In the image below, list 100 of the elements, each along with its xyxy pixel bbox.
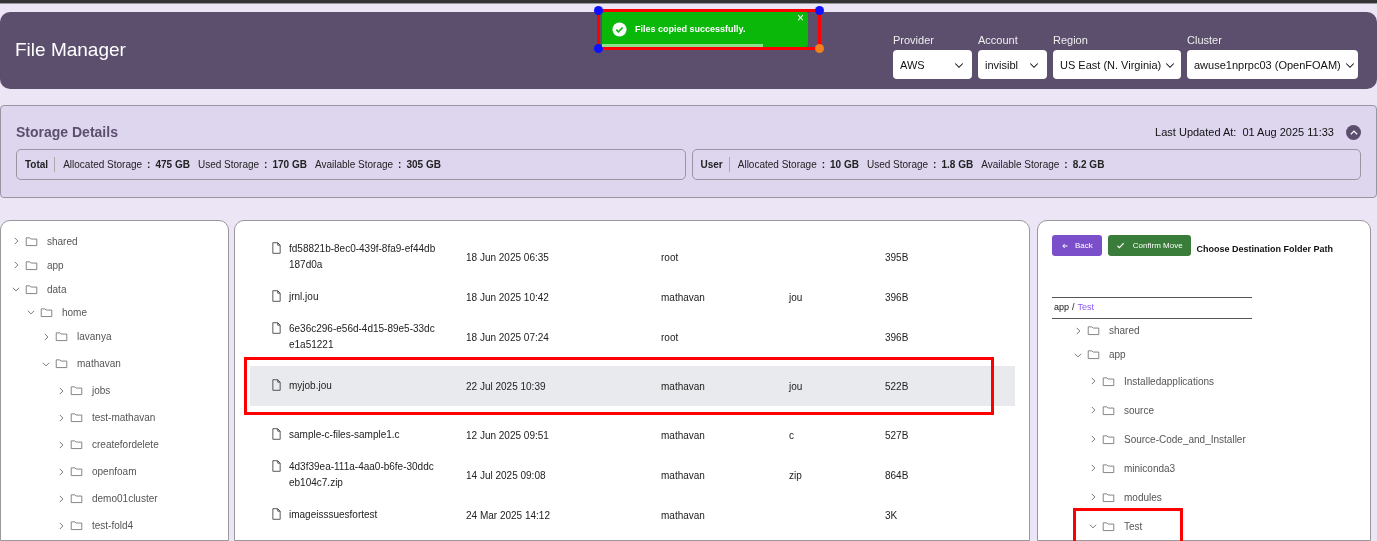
folder-name[interactable]: home (62, 304, 87, 320)
file-size: 864B (885, 468, 910, 483)
folder-name[interactable]: test-fold4 (92, 518, 134, 533)
file-row[interactable]: jrnl.jou 18 Jun 2025 10:42 mathavan jou 396B (250, 277, 1015, 317)
file-owner: root (661, 250, 680, 265)
file-type: jou (789, 379, 804, 394)
file-name: 4d3f39ea-111a-4aa0-b6fe-30ddceb104c7.zip (289, 460, 435, 490)
file-type: jou (789, 290, 804, 305)
file-modified: 18 Jun 2025 07:24 (466, 330, 550, 345)
filter-dropdown[interactable]: US East (N. Virginia) (1053, 50, 1181, 80)
breadcrumb-link[interactable]: app (1054, 300, 1070, 315)
collapse-button[interactable] (1346, 125, 1361, 140)
folder-icon (69, 492, 84, 505)
folder-icon (1101, 519, 1116, 533)
filter-dropdown[interactable]: awuse1nprpc03 (OpenFOAM) (1187, 50, 1358, 80)
stat-value: 305 GB (406, 158, 441, 172)
folder-icon (1101, 432, 1116, 446)
folder-name[interactable]: Source-Code_and_Installer (1124, 431, 1246, 447)
check-circle-icon (612, 22, 627, 37)
chevron-down-icon[interactable] (26, 307, 36, 317)
file-row[interactable]: imageisssuesfortest 24 Mar 2025 14:12 mathavan 3K (250, 495, 1015, 535)
stat-label: Used Storage (866, 158, 929, 172)
confirm-move-button[interactable]: Confirm Move (1107, 235, 1191, 257)
folder-icon (69, 465, 84, 478)
chevron-right-icon[interactable] (56, 412, 66, 423)
folder-name[interactable]: lavanya (77, 329, 112, 344)
folder-name[interactable]: data (47, 281, 67, 297)
file-row[interactable]: sample-c-files-sample1.c 12 Jun 2025 09:51 mathavan c 527B (250, 415, 1015, 455)
file-modified: 22 Jul 2025 10:39 (466, 379, 547, 394)
folder-name[interactable]: shared (1109, 323, 1140, 338)
folder-name[interactable]: Test (1124, 518, 1143, 534)
chevron-right-icon[interactable] (1073, 325, 1083, 336)
file-icon (270, 241, 283, 255)
chevron-right-icon[interactable] (11, 236, 21, 246)
page-title: File Manager (15, 38, 126, 63)
chevron-right-icon[interactable] (56, 439, 66, 450)
folder-name[interactable]: openfoam (92, 464, 137, 479)
folder-name[interactable]: mathavan (77, 356, 121, 371)
folder-icon (54, 330, 69, 343)
file-name: 6e36c296-e56d-4d15-89e5-33dce1a51221 (289, 322, 436, 352)
folder-name[interactable]: demo01cluster (92, 491, 158, 506)
stat-separator: : (821, 158, 826, 172)
chevron-right-icon[interactable] (56, 520, 66, 531)
arrow-left-icon (1061, 241, 1069, 250)
chevron-right-icon[interactable] (1088, 463, 1098, 473)
chevron-down-icon[interactable] (1088, 521, 1098, 531)
chevron-right-icon[interactable] (1088, 376, 1098, 386)
breadcrumb-link[interactable]: Test (1077, 300, 1095, 315)
folder-name[interactable]: app (1109, 347, 1126, 362)
folder-name[interactable]: modules (1124, 489, 1162, 505)
section-title: Storage Details (16, 123, 118, 142)
back-button[interactable]: Back (1052, 235, 1102, 257)
file-size: 395B (885, 250, 910, 265)
chevron-right-icon[interactable] (11, 260, 21, 270)
filter-dropdown[interactable]: invisibl (978, 50, 1047, 80)
chevron-down-icon[interactable] (11, 284, 21, 294)
stat-value: 170 GB (272, 158, 307, 172)
chevron-right-icon[interactable] (56, 466, 66, 477)
group-label: Total (25, 157, 56, 172)
stat-separator: : (147, 158, 151, 172)
chevron-right-icon[interactable] (1088, 405, 1098, 415)
file-size: 396B (885, 290, 910, 305)
file-icon (270, 427, 283, 441)
last-updated-time: 01 Aug 2025 11:33 (1242, 125, 1334, 141)
folder-name[interactable]: miniconda3 (1124, 460, 1176, 476)
file-name: fd58821b-8ec0-439f-8fa9-ef44db187d0a (289, 242, 437, 272)
folder-name[interactable]: jobs (92, 383, 111, 398)
chevron-right-icon[interactable] (1088, 492, 1098, 502)
chevron-right-icon[interactable] (56, 385, 66, 396)
file-row[interactable]: fd58821b-8ec0-439f-8fa9-ef44db187d0a 18 Jun 2025 06:35 root 395B (250, 237, 1015, 277)
folder-name[interactable]: app (47, 257, 64, 273)
chevron-right-icon[interactable] (1088, 434, 1098, 444)
folder-name[interactable]: createfordelete (92, 437, 159, 452)
stat-label: Available Storage (981, 158, 1060, 172)
filter-label: Region (1053, 32, 1089, 48)
folder-name[interactable]: source (1124, 402, 1154, 418)
file-row[interactable]: myjob.jou 22 Jul 2025 10:39 mathavan jou 522B (250, 366, 1015, 406)
file-row[interactable]: 6e36c296-e56d-4d15-89e5-33dce1a51221 18 Jun 2025 07:24 root 396B (250, 317, 1015, 357)
folder-name[interactable]: shared (47, 233, 78, 249)
stat-separator: : (398, 158, 402, 172)
file-type: zip (789, 468, 803, 483)
chevron-right-icon[interactable] (56, 493, 66, 504)
file-icon (270, 459, 283, 473)
file-modified: 12 Jun 2025 09:51 (466, 428, 550, 443)
panel-title: Choose Destination Folder Path (1196, 243, 1334, 256)
filter-dropdown[interactable]: AWS (893, 50, 972, 80)
folder-name[interactable]: Installedapplications (1124, 373, 1215, 389)
file-icon (270, 507, 283, 521)
file-size: 396B (885, 330, 910, 345)
file-owner: root (661, 330, 680, 345)
chevron-right-icon[interactable] (41, 331, 51, 342)
file-owner: mathavan (661, 428, 706, 443)
folder-icon (54, 357, 69, 370)
file-icon (270, 321, 283, 335)
folder-icon (1086, 324, 1101, 337)
folder-name[interactable]: test-mathavan (92, 410, 156, 425)
stat-label: Used Storage (197, 158, 260, 172)
stat-label: Allocated Storage (63, 158, 143, 172)
file-row[interactable]: 4d3f39ea-111a-4aa0-b6fe-30ddceb104c7.zip 14 Jul 2025 09:08 mathavan zip 864B (250, 455, 1015, 495)
file-owner: mathavan (661, 508, 706, 523)
